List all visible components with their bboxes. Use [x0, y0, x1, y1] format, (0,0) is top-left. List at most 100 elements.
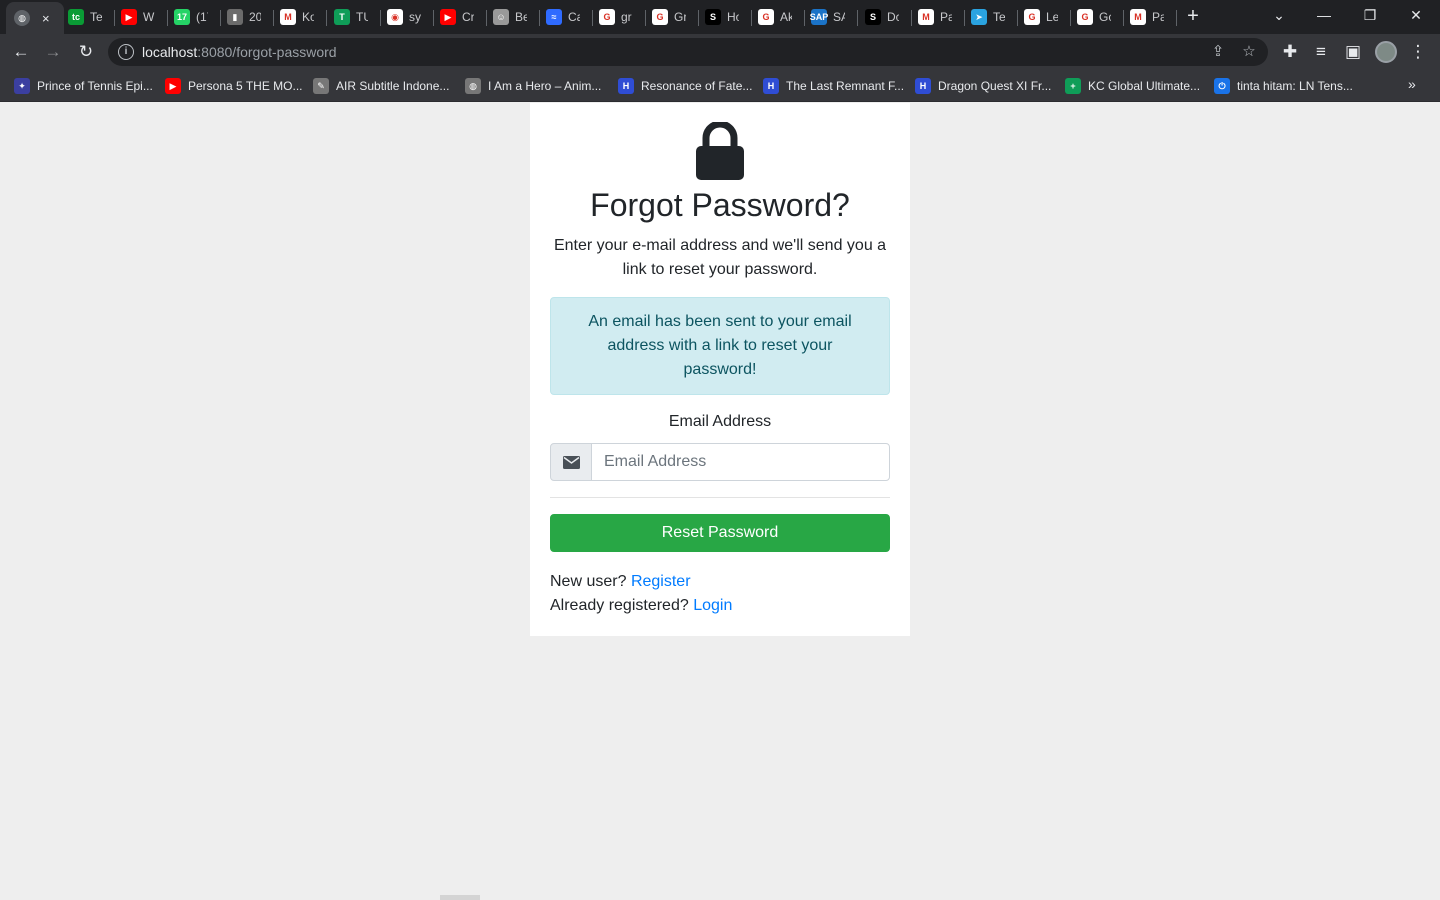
new-tab-button[interactable]: + — [1183, 5, 1203, 27]
address-bar[interactable]: i localhost:8080/forgot-password ⇪ ☆ — [108, 38, 1268, 66]
tab[interactable]: G Le — [1024, 0, 1058, 34]
bookmarks-overflow-icon[interactable]: » — [1408, 76, 1416, 92]
tab[interactable]: ▶ W — [121, 0, 155, 34]
bookmark-item[interactable]: H The Last Remnant F... — [763, 76, 904, 96]
google-icon: G — [1077, 9, 1093, 25]
bookmark-label: KC Global Ultimate... — [1088, 79, 1201, 93]
tab-separator — [220, 10, 221, 26]
tab-title: W — [143, 10, 155, 24]
document-icon: ▮ — [227, 9, 243, 25]
tab[interactable]: SAP SA — [810, 0, 845, 34]
email-input[interactable] — [591, 443, 890, 481]
tab[interactable]: ▶ Cr — [440, 0, 474, 34]
chart-icon: ≈ — [546, 9, 562, 25]
tab-strip: ◍ × tcTe▶W17(17▮20MKoTTU◉sy▶Cr☺Be≈CaGgrG… — [0, 0, 1440, 34]
bookmark-item[interactable]: H Dragon Quest XI Fr... — [915, 76, 1051, 96]
bookmark-item[interactable]: + KC Global Ultimate... — [1065, 76, 1200, 96]
h-logo-icon: H — [763, 78, 779, 94]
tab[interactable]: G Gr — [652, 0, 686, 34]
tab-close-icon[interactable]: × — [42, 11, 50, 26]
tab[interactable]: ▮ 20 — [227, 0, 261, 34]
github-icon: ◉ — [387, 9, 403, 25]
tab-title: gr — [621, 10, 632, 24]
bookmarks-bar: ✦ Prince of Tennis Epi... ▶ Persona 5 THE M… — [0, 70, 1440, 102]
gmail-icon: M — [918, 9, 934, 25]
share-icon[interactable]: ⇪ — [1208, 42, 1228, 62]
star-icon[interactable]: ☆ — [1239, 42, 1259, 62]
browser-toolbar: ← → ↻ i localhost:8080/forgot-password ⇪… — [0, 34, 1440, 70]
tab-search-icon[interactable]: ⌄ — [1266, 4, 1292, 26]
power-icon: ⏻ — [1214, 78, 1230, 94]
tab-separator — [751, 10, 752, 26]
tab-separator — [1176, 10, 1177, 26]
tab-separator — [486, 10, 487, 26]
login-line: Already registered? Login — [550, 594, 732, 618]
register-link[interactable]: Register — [631, 573, 691, 590]
bookmark-label: tinta hitam: LN Tens... — [1237, 79, 1353, 93]
bookmark-item[interactable]: ✎ AIR Subtitle Indone... — [313, 76, 449, 96]
tab[interactable]: M Pa — [918, 0, 952, 34]
horizontal-scrollbar[interactable] — [440, 895, 480, 900]
tab-separator — [698, 10, 699, 26]
telegram-icon: ➤ — [971, 9, 987, 25]
tab[interactable]: M Ko — [280, 0, 314, 34]
tab[interactable]: ➤ Te — [971, 0, 1005, 34]
bookmark-item[interactable]: H Resonance of Fate... — [618, 76, 752, 96]
close-window-button[interactable]: ✕ — [1403, 4, 1429, 26]
reload-button[interactable]: ↻ — [74, 40, 98, 64]
tab[interactable]: ≈ Ca — [546, 0, 580, 34]
side-panel-icon[interactable]: ▣ — [1341, 40, 1365, 64]
gmail-icon: M — [280, 9, 296, 25]
codesandbox-tc-icon: tc — [68, 9, 84, 25]
bookmark-item[interactable]: ▶ Persona 5 THE MO... — [165, 76, 303, 96]
login-link[interactable]: Login — [693, 597, 732, 614]
bookmark-label: Resonance of Fate... — [641, 79, 753, 93]
profile-avatar[interactable] — [1375, 41, 1397, 63]
envelope-icon — [563, 456, 580, 469]
tab-title: Ca — [568, 10, 580, 24]
tab[interactable]: T TU — [334, 0, 368, 34]
address-url[interactable]: localhost:8080/forgot-password — [142, 44, 337, 60]
tab-separator — [433, 10, 434, 26]
tab[interactable]: G Gc — [1077, 0, 1111, 34]
bookmark-label: AIR Subtitle Indone... — [336, 79, 450, 93]
tab-separator — [964, 10, 965, 26]
tab-title: Ko — [302, 10, 314, 24]
reset-password-button[interactable]: Reset Password — [550, 514, 890, 552]
forward-button[interactable]: → — [41, 40, 65, 64]
tab[interactable]: S Dc — [865, 0, 899, 34]
restore-button[interactable]: ❐ — [1357, 4, 1383, 26]
bookmark-item[interactable]: ⏻ tinta hitam: LN Tens... — [1214, 76, 1353, 96]
tab[interactable]: G Ak — [758, 0, 792, 34]
media-queue-icon[interactable]: ≡ — [1309, 40, 1333, 64]
bookmark-label: The Last Remnant F... — [786, 79, 905, 93]
google-icon: G — [652, 9, 668, 25]
lock-icon — [696, 122, 744, 180]
tab-separator — [114, 10, 115, 26]
tab[interactable]: S Ho — [705, 0, 739, 34]
tab[interactable]: Ggr — [599, 0, 633, 34]
h-logo-icon: H — [915, 78, 931, 94]
menu-icon[interactable]: ⋮ — [1406, 40, 1430, 64]
tab-title: Gr — [674, 10, 686, 24]
site-info-icon[interactable]: i — [118, 44, 134, 60]
tab-active[interactable]: ◍ × — [6, 2, 64, 34]
tab[interactable]: tc Te — [68, 0, 102, 34]
back-button[interactable]: ← — [9, 40, 33, 64]
tab-separator — [592, 10, 593, 26]
extensions-icon[interactable]: ✚ — [1278, 40, 1302, 64]
green-plus-icon: + — [1065, 78, 1081, 94]
sap-icon: SAP — [810, 9, 828, 25]
tab-title: SA — [833, 10, 845, 24]
bookmark-item[interactable]: ◍ I Am a Hero – Anim... — [465, 76, 601, 96]
tab[interactable]: ◉ sy — [387, 0, 421, 34]
tab-title: Ak — [780, 10, 792, 24]
s-logo-icon: S — [865, 9, 881, 25]
tab-title: Te — [90, 10, 102, 24]
minimize-button[interactable]: — — [1311, 4, 1337, 26]
tab[interactable]: 17 (17 — [174, 0, 208, 34]
green-plus-icon: T — [334, 9, 350, 25]
tab[interactable]: M Pa — [1130, 0, 1164, 34]
tab[interactable]: ☺ Be — [493, 0, 527, 34]
bookmark-item[interactable]: ✦ Prince of Tennis Epi... — [14, 76, 153, 96]
